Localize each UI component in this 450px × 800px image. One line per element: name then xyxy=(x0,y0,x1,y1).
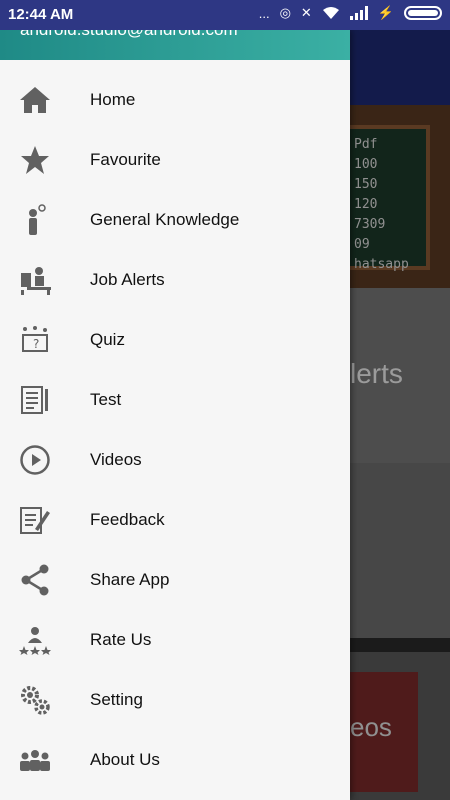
menu-item-general-knowledge[interactable]: General Knowledge xyxy=(0,190,350,250)
menu-item-label: General Knowledge xyxy=(90,210,240,229)
home-icon xyxy=(18,83,52,117)
menu-item-home[interactable]: Home xyxy=(0,70,350,130)
menu-item-label: Rate Us xyxy=(90,630,152,649)
thinking-person-icon xyxy=(18,203,52,237)
menu-item-label: About Us xyxy=(90,750,160,769)
svg-text:?: ? xyxy=(33,337,39,351)
menu-item-label: Home xyxy=(90,90,136,109)
status-time: 12:44 AM xyxy=(8,6,74,23)
drawer-scrim[interactable] xyxy=(350,30,450,800)
sync-icon: ◎ xyxy=(279,5,291,20)
rate-icon xyxy=(18,623,52,657)
menu-item-feedback[interactable]: Feedback xyxy=(0,490,350,550)
navigation-drawer: android.studio@android.com Home Favourit… xyxy=(0,30,350,800)
star-icon xyxy=(18,143,52,177)
status-bar: 12:44 AM ... ◎ ✕ ⚡ xyxy=(0,0,450,30)
battery-icon xyxy=(404,6,442,20)
wifi-icon xyxy=(322,7,339,19)
play-circle-icon xyxy=(18,443,52,477)
desk-worker-icon xyxy=(18,263,52,297)
background-content: Pdf 100 150 120 7309 09 hatsapp lerts eo… xyxy=(350,30,450,800)
menu-item-job-alerts[interactable]: Job Alerts xyxy=(0,250,350,310)
user-email: android.studio@android.com xyxy=(20,30,238,40)
status-icons: ... ◎ ✕ ⚡ xyxy=(259,5,442,21)
group-icon xyxy=(18,743,52,777)
menu-item-label: Quiz xyxy=(90,330,125,349)
menu-item-label: Favourite xyxy=(90,150,161,169)
menu-item-favourite[interactable]: Favourite xyxy=(0,130,350,190)
menu-item-share-app[interactable]: Share App xyxy=(0,550,350,610)
signal-icon xyxy=(349,6,368,20)
menu-item-label: Feedback xyxy=(90,510,165,529)
more-notifications-icon: ... xyxy=(258,5,270,21)
menu-item-label: Setting xyxy=(90,690,143,709)
menu-item-about-us[interactable]: About Us xyxy=(0,730,350,790)
menu-item-label: Share App xyxy=(90,570,170,589)
menu-item-setting[interactable]: Setting xyxy=(0,670,350,730)
menu-item-label: Videos xyxy=(90,450,142,469)
menu-item-quiz[interactable]: ? Quiz xyxy=(0,310,350,370)
silent-icon: ✕ xyxy=(300,5,312,20)
test-sheet-icon xyxy=(18,383,52,417)
menu-item-label: Job Alerts xyxy=(90,270,165,289)
feedback-icon xyxy=(18,503,52,537)
gears-icon xyxy=(18,683,52,717)
quiz-icon: ? xyxy=(18,323,52,357)
menu-item-videos[interactable]: Videos xyxy=(0,430,350,490)
menu-item-test[interactable]: Test xyxy=(0,370,350,430)
menu-item-label: Test xyxy=(90,390,122,409)
menu-item-rate-us[interactable]: Rate Us xyxy=(0,610,350,670)
drawer-header: android.studio@android.com xyxy=(0,30,350,60)
share-icon xyxy=(18,563,52,597)
charging-icon: ⚡ xyxy=(377,5,394,20)
